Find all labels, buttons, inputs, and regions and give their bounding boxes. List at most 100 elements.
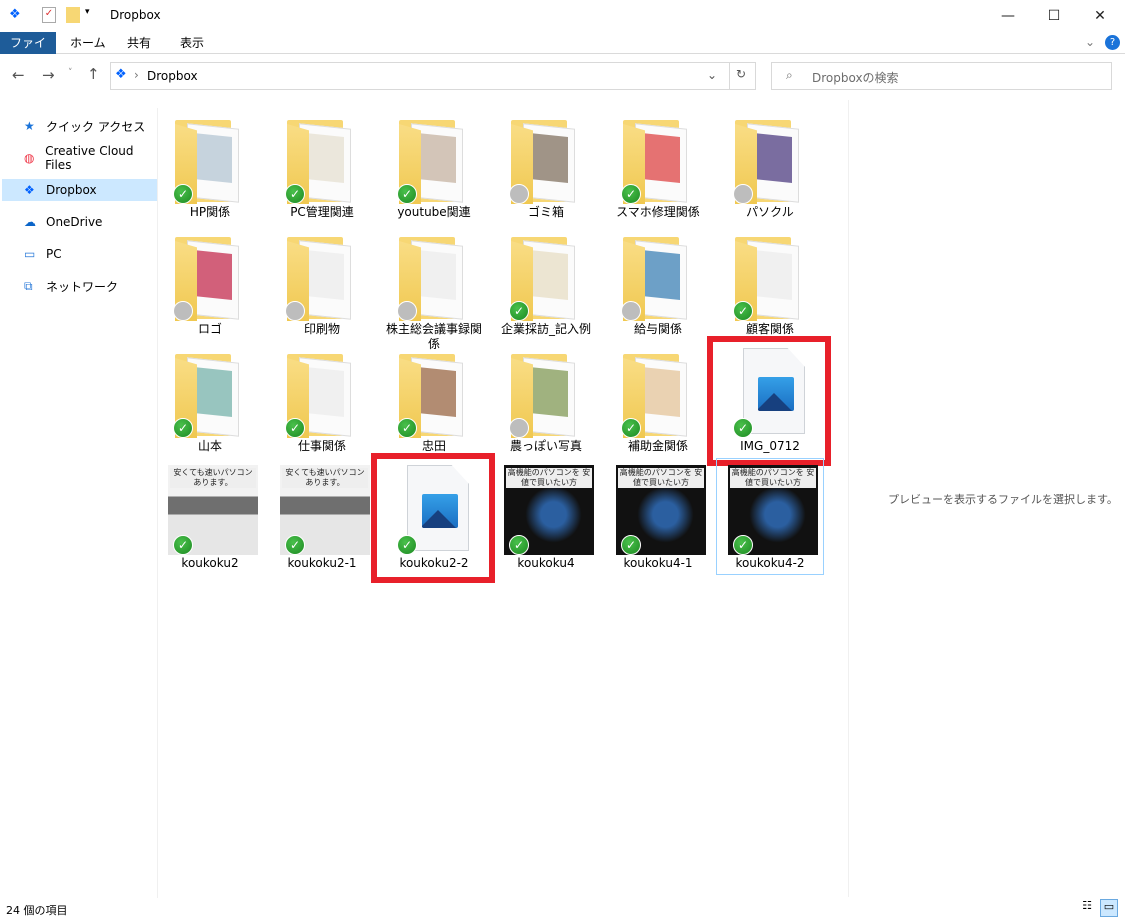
- back-button[interactable]: ←: [12, 66, 25, 84]
- sidebar-item-pc[interactable]: ▭ PC: [2, 243, 157, 265]
- folder-icon: ✓: [503, 231, 591, 321]
- synced-check-icon: ✓: [173, 184, 193, 204]
- help-icon[interactable]: ?: [1105, 35, 1120, 50]
- onedrive-icon: ☁: [24, 215, 36, 229]
- details-view-button[interactable]: ☷: [1078, 899, 1096, 917]
- folder-item[interactable]: パソクル: [717, 108, 823, 223]
- folder-item[interactable]: ✓ 山本: [157, 342, 263, 457]
- thumbnail-caption: 高機能のパソコンを 安値で買いたい方: [506, 468, 592, 488]
- ribbon-tabs: ファイル ホーム 共有 表示 ⌄ ?: [0, 32, 1125, 72]
- folder-item[interactable]: ✓ youtube関連: [381, 108, 487, 223]
- file-item[interactable]: 高機能のパソコンを 安値で買いたい方 ✓ koukoku4: [493, 459, 599, 574]
- sidebar-item-label: クイック アクセス: [46, 119, 146, 134]
- synced-check-icon: ✓: [621, 535, 641, 555]
- folder-icon: ✓: [167, 114, 255, 204]
- breadcrumb-dropbox[interactable]: Dropbox: [147, 69, 198, 83]
- folder-item[interactable]: 農っぽい写真: [493, 342, 599, 457]
- sidebar-item-label: OneDrive: [46, 215, 103, 229]
- online-only-cloud-icon: [397, 301, 417, 321]
- sidebar-item-star[interactable]: ★ クイック アクセス: [2, 115, 157, 137]
- online-only-cloud-icon: [173, 301, 193, 321]
- address-bar[interactable]: ❖ › Dropbox ⌄ ↻: [110, 62, 756, 90]
- large-icons-view-button[interactable]: ▭: [1100, 899, 1118, 917]
- folder-icon: ✓: [391, 114, 479, 204]
- up-button[interactable]: ↑: [87, 65, 100, 83]
- close-button[interactable]: ✕: [1077, 0, 1123, 32]
- folder-item[interactable]: 印刷物: [269, 225, 375, 340]
- preview-pane-message: プレビューを表示するファイルを選択します。: [888, 493, 1118, 506]
- item-name: koukoku2-1: [287, 556, 357, 570]
- folder-icon: ✓: [167, 348, 255, 438]
- folder-icon: [279, 231, 367, 321]
- tab-home[interactable]: ホーム: [60, 32, 116, 54]
- folder-item[interactable]: ✓ スマホ修理関係: [605, 108, 711, 223]
- folder-item[interactable]: ✓ PC管理関連: [269, 108, 375, 223]
- forward-button[interactable]: →: [42, 66, 55, 84]
- tab-file[interactable]: ファイル: [0, 32, 56, 72]
- online-only-cloud-icon: [621, 301, 641, 321]
- expand-ribbon-icon[interactable]: ⌄: [1085, 35, 1095, 49]
- sidebar-item-label: PC: [46, 247, 62, 261]
- item-name: PC管理関連: [290, 205, 354, 219]
- navigation-pane: ★ クイック アクセス ◍ Creative Cloud Files ❖ Dropbox ☁…: [0, 108, 158, 898]
- synced-check-icon: ✓: [733, 301, 753, 321]
- folder-item[interactable]: ✓ 顧客関係: [717, 225, 823, 340]
- tab-view[interactable]: 表示: [170, 32, 214, 54]
- synced-check-icon: ✓: [397, 418, 417, 438]
- new-folder-icon[interactable]: [66, 7, 80, 23]
- image-thumbnail: 高機能のパソコンを 安値で買いたい方 ✓: [503, 465, 594, 555]
- dropbox-icon: ❖: [115, 67, 127, 82]
- file-item[interactable]: 安くても速いパソコン あります。 ✓ koukoku2-1: [269, 459, 375, 574]
- address-dropdown-icon[interactable]: ⌄: [707, 68, 717, 82]
- item-name: 山本: [197, 439, 222, 453]
- refresh-button[interactable]: ↻: [736, 67, 746, 81]
- search-input[interactable]: ⌕ Dropboxの検索: [771, 62, 1112, 90]
- file-list: ✓ HP関係 ✓ PC管理関連 ✓ youtube関連 ゴミ箱 ✓ スマホ修理関係 パソクル ロゴ印…: [160, 100, 848, 897]
- synced-check-icon: ✓: [733, 535, 753, 555]
- folder-item[interactable]: ゴミ箱: [493, 108, 599, 223]
- item-name: 給与関係: [633, 322, 682, 336]
- customize-toolbar-icon[interactable]: ▾: [85, 7, 99, 23]
- folder-icon: ✓: [279, 348, 367, 438]
- sidebar-item-network[interactable]: ⧉ ネットワーク: [2, 275, 157, 297]
- maximize-button[interactable]: ☐: [1031, 0, 1077, 32]
- folder-item[interactable]: ✓ 仕事関係: [269, 342, 375, 457]
- image-thumbnail: 安くても速いパソコン あります。 ✓: [279, 465, 370, 555]
- item-name: 補助金関係: [627, 439, 688, 453]
- dropbox-icon: ❖: [9, 7, 21, 22]
- minimize-button[interactable]: —: [985, 0, 1031, 32]
- search-icon: ⌕: [786, 68, 793, 82]
- folder-item[interactable]: 株主総会議事録関係: [381, 225, 487, 351]
- recent-locations-icon[interactable]: ˅: [68, 68, 73, 78]
- sidebar-item-creative-cloud[interactable]: ◍ Creative Cloud Files: [2, 144, 157, 172]
- item-name: ロゴ: [197, 322, 222, 336]
- synced-check-icon: ✓: [285, 418, 305, 438]
- file-item[interactable]: 安くても速いパソコン あります。 ✓ koukoku2: [157, 459, 263, 574]
- folder-icon: [391, 231, 479, 321]
- synced-check-icon: ✓: [285, 184, 305, 204]
- folder-icon: [167, 231, 255, 321]
- folder-item[interactable]: ロゴ: [157, 225, 263, 340]
- synced-check-icon: ✓: [621, 418, 641, 438]
- tab-share[interactable]: 共有: [117, 32, 161, 54]
- synced-check-icon: ✓: [621, 184, 641, 204]
- item-name: 企業採訪_記入例: [500, 322, 591, 336]
- item-name: koukoku4: [517, 556, 575, 570]
- folder-item[interactable]: ✓ HP関係: [157, 108, 263, 223]
- pc-icon: ▭: [24, 247, 36, 261]
- file-item[interactable]: 高機能のパソコンを 安値で買いたい方 ✓ koukoku4-1: [605, 459, 711, 574]
- item-name: koukoku4-1: [623, 556, 693, 570]
- properties-icon[interactable]: ✓: [42, 7, 56, 23]
- sidebar-item-dropbox[interactable]: ❖ Dropbox: [2, 179, 157, 201]
- sidebar-item-onedrive[interactable]: ☁ OneDrive: [2, 211, 157, 233]
- folder-item[interactable]: ✓ 忠田: [381, 342, 487, 457]
- folder-item[interactable]: 給与関係: [605, 225, 711, 340]
- file-item[interactable]: 高機能のパソコンを 安値で買いたい方 ✓ koukoku4-2: [716, 458, 824, 575]
- folder-item[interactable]: ✓ 企業採訪_記入例: [493, 225, 599, 340]
- folder-item[interactable]: ✓ 補助金関係: [605, 342, 711, 457]
- item-name: youtube関連: [397, 205, 471, 219]
- folder-icon: ✓: [391, 348, 479, 438]
- breadcrumb-separator-icon: ›: [134, 68, 139, 82]
- item-name: ゴミ箱: [527, 205, 564, 219]
- image-thumbnail: 安くても速いパソコン あります。 ✓: [167, 465, 258, 555]
